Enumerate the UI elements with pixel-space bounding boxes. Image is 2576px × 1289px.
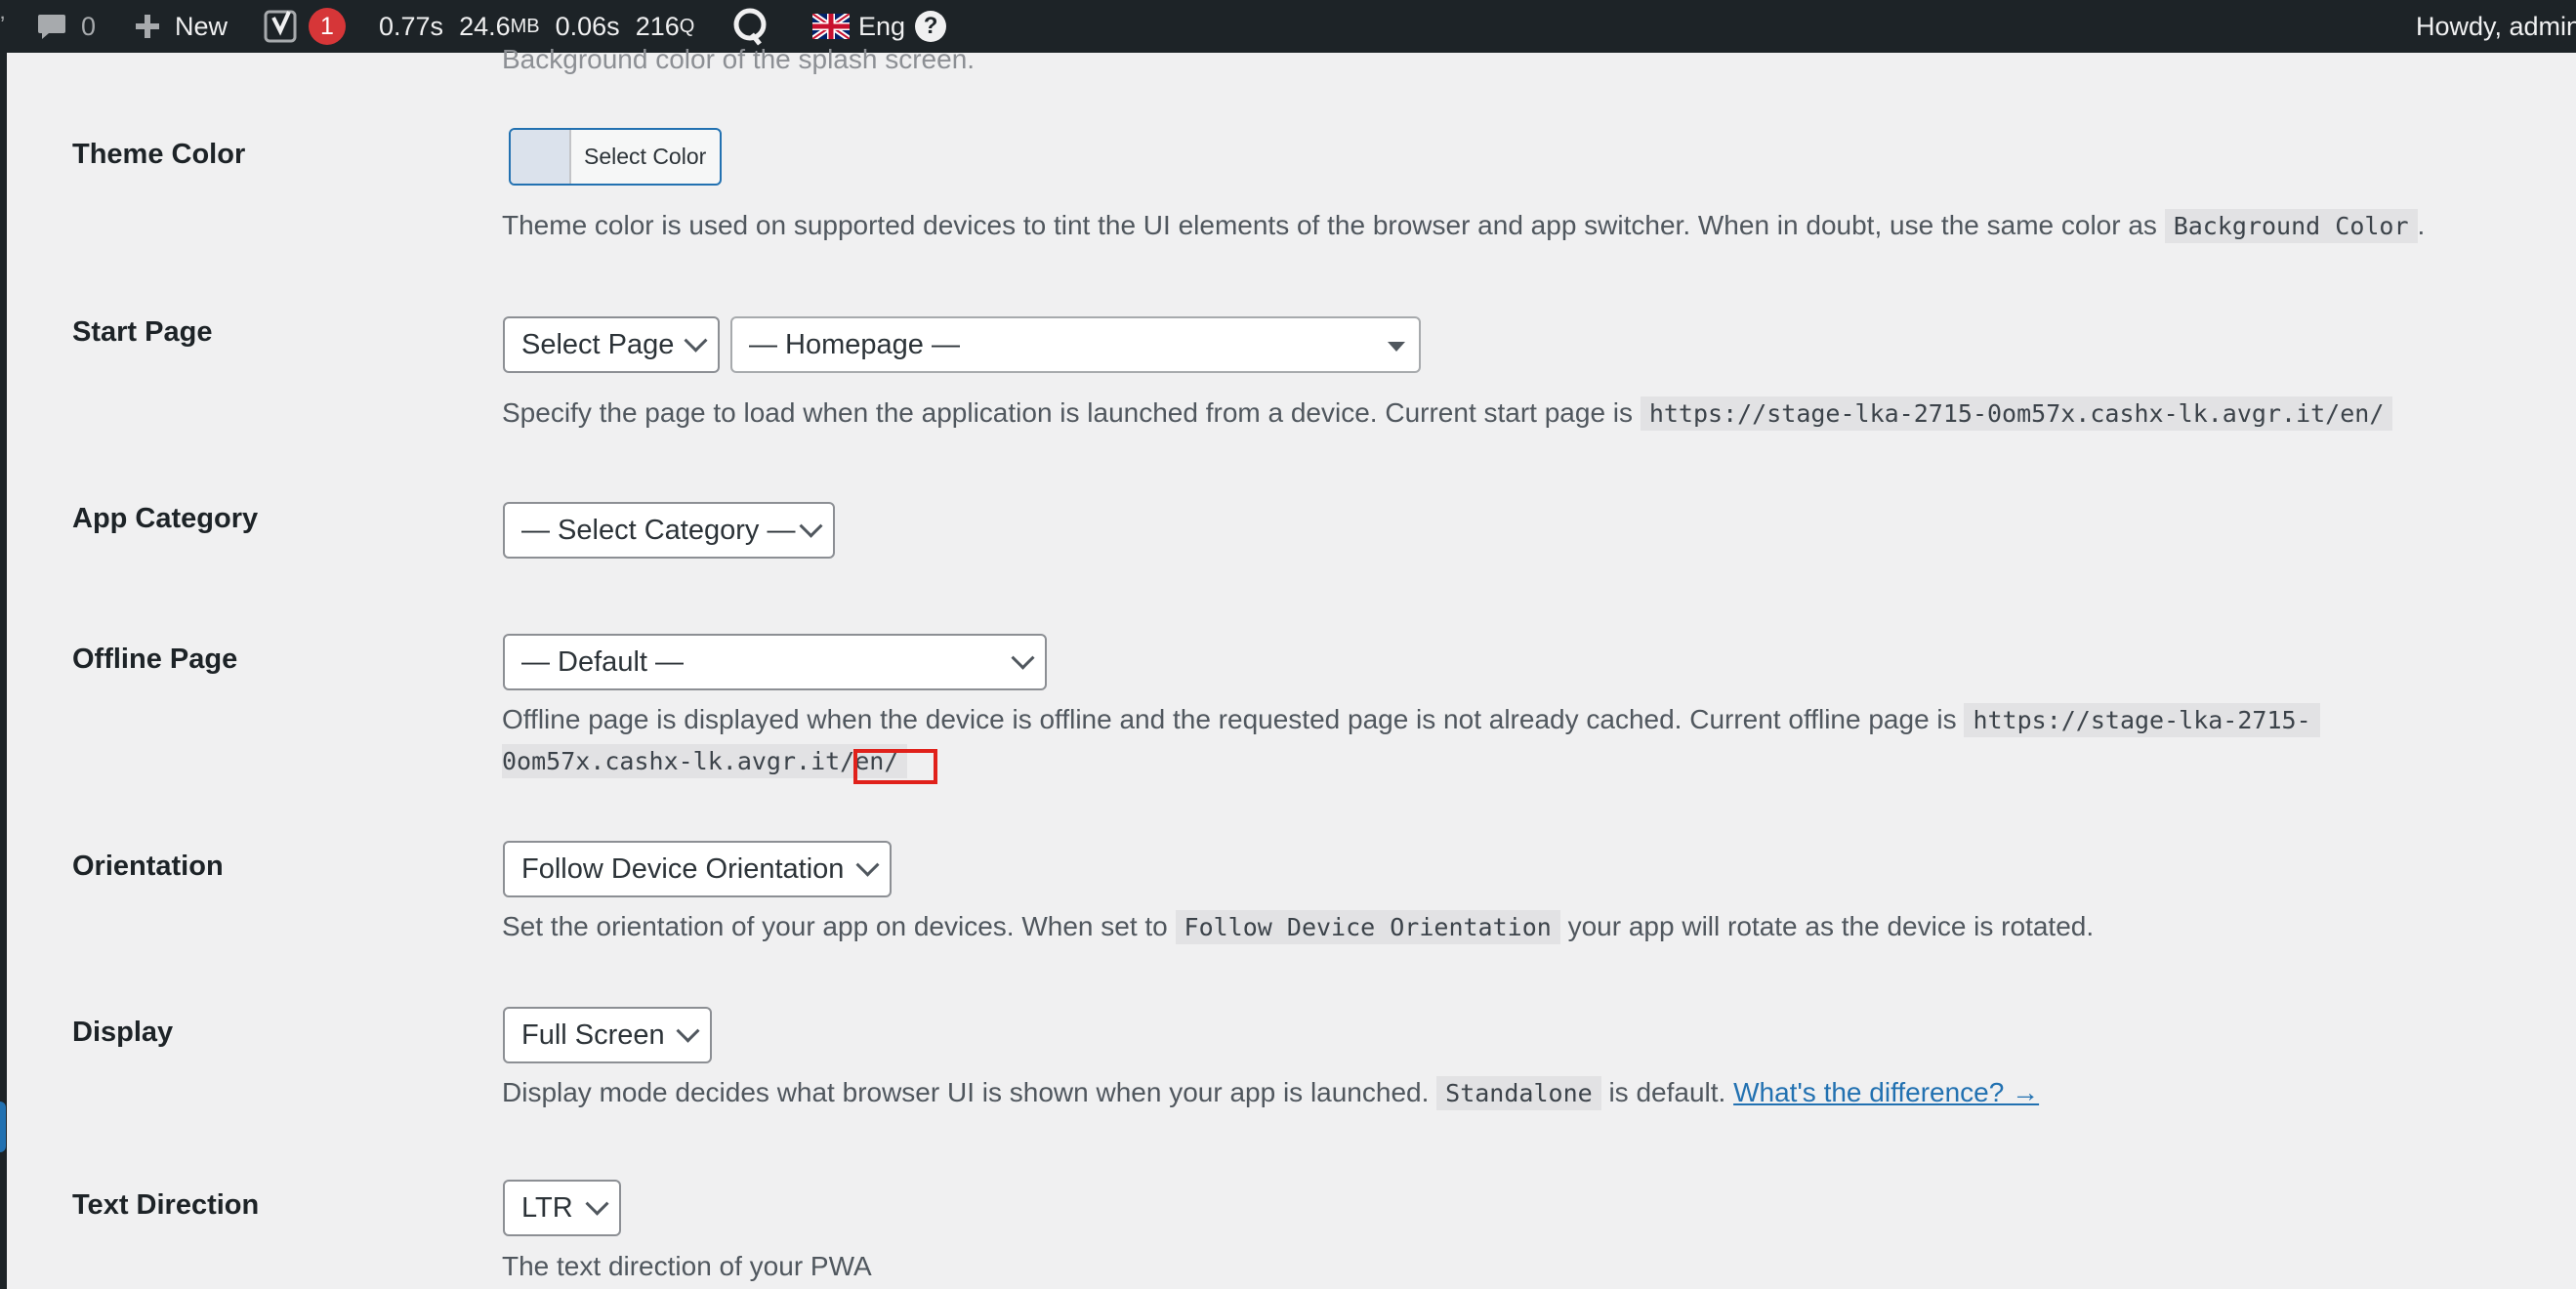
start-page-value: — Homepage —: [749, 328, 960, 360]
offline-page-label: Offline Page: [72, 644, 238, 675]
comments-count: 0: [81, 11, 97, 41]
display-desc-mid: is default.: [1608, 1077, 1726, 1107]
start-page-type-value: Select Page: [521, 328, 675, 360]
offline-page-description: Offline page is displayed when the devic…: [502, 699, 2320, 741]
yoast-notification-badge: 1: [309, 8, 346, 45]
offline-page-desc-text: Offline page is displayed when the devic…: [502, 704, 1957, 734]
perf-memory: 24.6: [459, 11, 511, 41]
comments-menu[interactable]: 0: [36, 0, 96, 53]
orientation-desc-end: your app will rotate as the device is ro…: [1567, 911, 2095, 941]
offline-page-value: — Default —: [521, 645, 684, 678]
whats-the-difference-link[interactable]: What's the difference? →: [1733, 1077, 2039, 1107]
yoast-logo-icon: [264, 10, 297, 43]
text-direction-select[interactable]: LTR: [503, 1180, 621, 1236]
admin-bar: ʼ 0 New 1 0.77s 24.6 MB 0.06s 216 Q Eng …: [0, 0, 2576, 53]
offline-page-description-line2: 0om57x.cashx-lk.avgr.it/en/: [502, 740, 908, 782]
app-category-select[interactable]: — Select Category —: [503, 502, 835, 559]
display-select[interactable]: Full Screen: [503, 1007, 712, 1063]
perf-queries: 216: [635, 11, 680, 41]
background-color-code: Background Color: [2164, 209, 2418, 243]
my-account-menu[interactable]: Howdy, admin: [2416, 0, 2576, 53]
theme-color-desc-text: Theme color is used on supported devices…: [502, 210, 2157, 240]
start-page-label: Start Page: [72, 316, 213, 348]
follow-device-orientation-code: Follow Device Orientation: [1175, 910, 1560, 944]
highlight-annotation-box: [853, 749, 937, 784]
standalone-code: Standalone: [1436, 1076, 1601, 1110]
new-label: New: [175, 11, 229, 41]
chevron-down-icon: [684, 328, 708, 353]
display-desc-text: Display mode decides what browser UI is …: [502, 1077, 1430, 1107]
start-page-description: Specify the page to load when the applic…: [502, 393, 2393, 435]
uk-flag-icon: [812, 14, 850, 39]
theme-color-description: Theme color is used on supported devices…: [502, 205, 2425, 247]
howdy-label: Howdy, admin: [2416, 11, 2576, 41]
theme-color-label: Theme Color: [72, 139, 246, 170]
start-page-desc-text: Specify the page to load when the applic…: [502, 397, 1634, 428]
display-value: Full Screen: [521, 1019, 665, 1051]
chevron-down-icon: [1011, 645, 1035, 670]
text-direction-description: The text direction of your PWA: [502, 1251, 872, 1281]
display-description: Display mode decides what browser UI is …: [502, 1072, 2039, 1114]
text-direction-value: LTR: [521, 1191, 573, 1224]
offline-page-url-code-line2: 0om57x.cashx-lk.avgr.it/en/: [502, 744, 908, 778]
text-direction-label: Text Direction: [72, 1189, 260, 1221]
app-category-label: App Category: [72, 503, 259, 534]
offline-page-url-code-line1: https://stage-lka-2715-: [1964, 703, 2320, 737]
offline-page-select[interactable]: — Default —: [503, 634, 1047, 690]
start-page-url-code: https://stage-lka-2715-0om57x.cashx-lk.a…: [1640, 396, 2393, 431]
orientation-select[interactable]: Follow Device Orientation: [503, 841, 892, 897]
theme-color-desc-end: .: [2417, 210, 2426, 240]
plus-icon: [136, 15, 159, 38]
help-icon[interactable]: ?: [915, 11, 947, 42]
background-color-description: Background color of the splash screen.: [502, 44, 976, 74]
chevron-down-icon: [585, 1191, 609, 1216]
color-swatch: [511, 130, 571, 184]
comment-bubble-icon: [38, 15, 65, 39]
dropdown-arrow-icon: [1388, 342, 1405, 352]
theme-color-picker-button[interactable]: Select Color: [509, 128, 722, 186]
yoast-menu[interactable]: 1: [264, 0, 346, 53]
perf-queries-unit: Q: [679, 15, 695, 37]
select-color-label: Select Color: [584, 144, 707, 169]
chevron-down-icon: [855, 852, 880, 877]
perf-memory-unit: MB: [510, 15, 540, 37]
perf-time-2: 0.06s: [555, 11, 620, 41]
orientation-description: Set the orientation of your app on devic…: [502, 906, 2094, 948]
orientation-desc-text: Set the orientation of your app on devic…: [502, 911, 1168, 941]
chevron-down-icon: [799, 514, 823, 538]
orientation-value: Follow Device Orientation: [521, 852, 845, 885]
chevron-down-icon: [676, 1019, 700, 1043]
app-category-value: — Select Category —: [521, 514, 796, 546]
perf-time-1: 0.77s: [379, 11, 444, 41]
sidebar-active-marker: [0, 1102, 6, 1152]
language-label: Eng: [858, 11, 906, 41]
display-label: Display: [72, 1017, 174, 1048]
orientation-label: Orientation: [72, 851, 224, 882]
start-page-type-select[interactable]: Select Page: [503, 316, 720, 373]
settings-form: Background color of the splash screen. T…: [7, 44, 2576, 1289]
start-page-select[interactable]: — Homepage —: [730, 316, 1421, 373]
new-content-menu[interactable]: New: [134, 0, 228, 53]
wp-logo-edge[interactable]: ʼ: [0, 0, 5, 53]
